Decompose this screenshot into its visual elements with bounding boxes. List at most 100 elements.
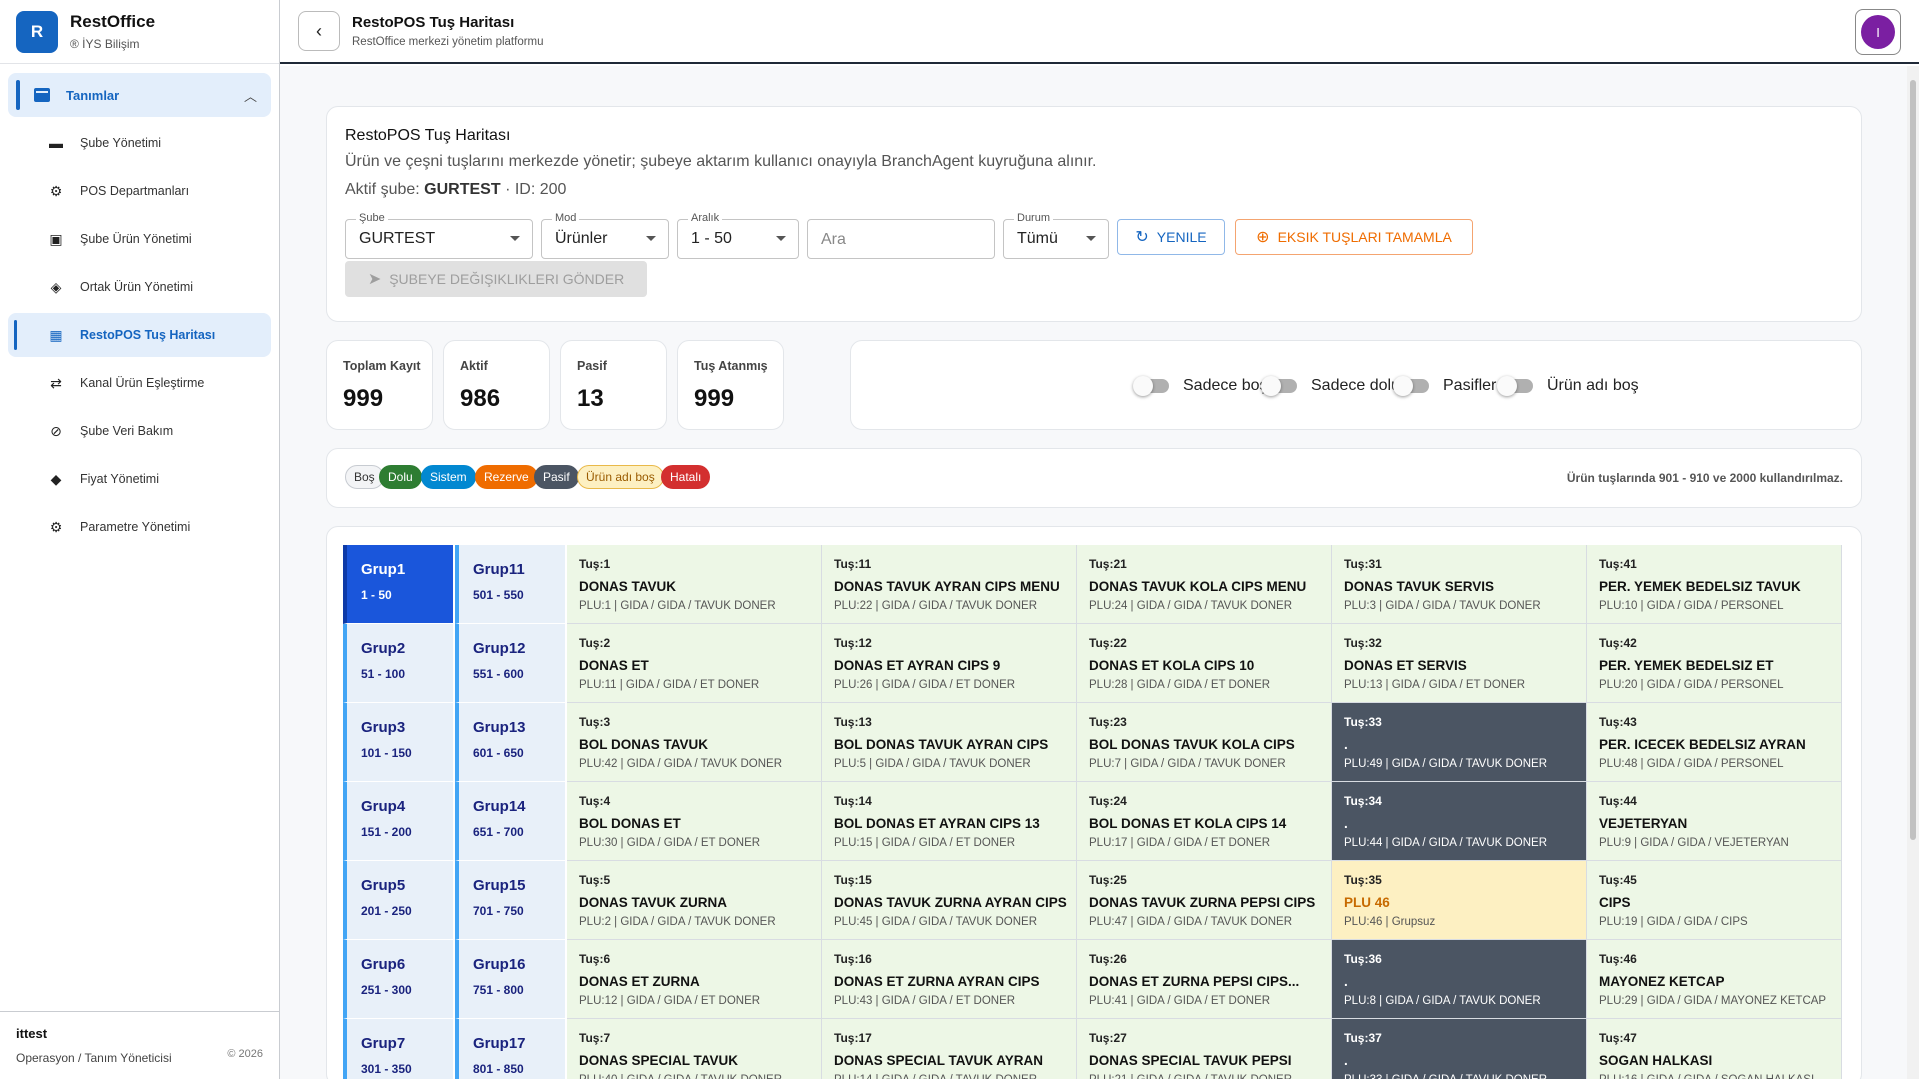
send-to-branch-button[interactable]: ➤ ŞUBEYE DEĞIŞIKLIKLERI GÖNDER	[345, 261, 647, 297]
scrollbar-thumb[interactable]	[1910, 80, 1916, 840]
key-cell[interactable]: Tuş:27 DONAS SPECIAL TAVUK PEPSI PLU:21 | …	[1077, 1019, 1332, 1079]
sidebar-item-2[interactable]: ⚙ POS Departmanları	[8, 169, 271, 213]
search-input[interactable]: Ara	[807, 219, 995, 259]
toggle-switch[interactable]	[1261, 376, 1297, 396]
group-button[interactable]: Grup14 651 - 700	[455, 782, 565, 861]
group-button[interactable]: Grup5 201 - 250	[343, 861, 453, 940]
sidebar-item-4[interactable]: ◈ Ortak Ürün Yönetimi	[8, 265, 271, 309]
key-cell[interactable]: Tuş:47 SOGAN HALKASI PLU:16 | GIDA / GIDA …	[1587, 1019, 1842, 1079]
sidebar-item-9[interactable]: ⚙ Parametre Yönetimi	[8, 505, 271, 549]
key-cell[interactable]: Tuş:42 PER. YEMEK BEDELSIZ ET PLU:20 | GID…	[1587, 624, 1842, 703]
sidebar-item-3[interactable]: ▣ Şube Ürün Yönetimi	[8, 217, 271, 261]
key-plu-info: PLU:15 | GIDA / GIDA / ET DONER	[834, 837, 1016, 849]
key-cell[interactable]: Tuş:24 BOL DONAS ET KOLA CIPS 14 PLU:17 | …	[1077, 782, 1332, 861]
group-button[interactable]: Grup3 101 - 150	[343, 703, 453, 782]
key-product-name: DONAS TAVUK ZURNA AYRAN CIPS	[834, 895, 1067, 910]
key-plu-info: PLU:12 | GIDA / GIDA / ET DONER	[579, 995, 761, 1007]
group-range: 201 - 250	[361, 904, 412, 918]
sidebar-item-1[interactable]: ▬ Şube Yönetimi	[8, 121, 271, 165]
range-select[interactable]: Aralık 1 - 50	[677, 212, 799, 259]
key-plu-info: PLU:14 | GIDA / GIDA / TAVUK DONER	[834, 1074, 1070, 1079]
key-plu-info: PLU:17 | GIDA / GIDA / ET DONER	[1089, 837, 1271, 849]
key-cell[interactable]: Tuş:36. PLU:8 | GIDA / GIDA / TAVUK DONER	[1332, 940, 1587, 1019]
group-button[interactable]: Grup13 601 - 650	[455, 703, 565, 782]
key-cell[interactable]: Tuş:11 DONAS TAVUK AYRAN CIPS MENU PLU:22 …	[822, 545, 1077, 624]
key-cell[interactable]: Tuş:13 BOL DONAS TAVUK AYRAN CIPS PLU:5 | …	[822, 703, 1077, 782]
key-cell[interactable]: Tuş:1 DONAS TAVUK PLU:1 | GIDA / GIDA / TA…	[567, 545, 822, 624]
key-cell[interactable]: Tuş:23 BOL DONAS TAVUK KOLA CIPS PLU:7 | G…	[1077, 703, 1332, 782]
key-cell[interactable]: Tuş:12 DONAS ET AYRAN CIPS 9 PLU:26 | GIDA…	[822, 624, 1077, 703]
key-cell[interactable]: Tuş:34. PLU:44 | GIDA / GIDA / TAVUK DONE…	[1332, 782, 1587, 861]
group-button[interactable]: Grup1 1 - 50	[343, 545, 453, 624]
toggle-switch[interactable]	[1497, 376, 1533, 396]
toggle-3[interactable]: Pasifler	[1393, 376, 1496, 396]
group-button[interactable]: Grup6 251 - 300	[343, 940, 453, 1019]
key-cell[interactable]: Tuş:22 DONAS ET KOLA CIPS 10 PLU:28 | GIDA…	[1077, 624, 1332, 703]
key-product-name: .	[1344, 816, 1348, 831]
caret-down-icon	[776, 236, 786, 241]
key-product-name: DONAS ET	[579, 658, 649, 673]
key-cell[interactable]: Tuş:41 PER. YEMEK BEDELSIZ TAVUK PLU:10 | …	[1587, 545, 1842, 624]
key-cell[interactable]: Tuş:14 BOL DONAS ET AYRAN CIPS 13 PLU:15 |…	[822, 782, 1077, 861]
complete-missing-keys-button[interactable]: ⊕ EKSIK TUŞLARI TAMAMLA	[1235, 219, 1473, 255]
sidebar-item-6[interactable]: ⇄ Kanal Ürün Eşleştirme	[8, 361, 271, 405]
toggle-switch[interactable]	[1133, 376, 1169, 396]
group-button[interactable]: Grup4 151 - 200	[343, 782, 453, 861]
key-cell[interactable]: Tuş:44 VEJETERYAN PLU:9 | GIDA / GIDA / VE…	[1587, 782, 1842, 861]
mode-select[interactable]: Mod Ürünler	[541, 212, 669, 259]
group-button[interactable]: Grup7 301 - 350	[343, 1019, 453, 1079]
key-cell[interactable]: Tuş:6 DONAS ET ZURNA PLU:12 | GIDA / GIDA …	[567, 940, 822, 1019]
group-button[interactable]: Grup11 501 - 550	[455, 545, 565, 624]
sidebar-item-7[interactable]: ⊘ Şube Veri Bakım	[8, 409, 271, 453]
key-cell[interactable]: Tuş:35 PLU 46 PLU:46 | Grupsuz	[1332, 861, 1587, 940]
key-cell[interactable]: Tuş:31 DONAS TAVUK SERVIS PLU:3 | GIDA / G…	[1332, 545, 1587, 624]
key-cell[interactable]: Tuş:21 DONAS TAVUK KOLA CIPS MENU PLU:24 |…	[1077, 545, 1332, 624]
key-number: Tuş:34	[1344, 794, 1382, 808]
key-cell[interactable]: Tuş:32 DONAS ET SERVIS PLU:13 | GIDA / GID…	[1332, 624, 1587, 703]
chevron-up-icon[interactable]: ︿	[244, 86, 257, 105]
key-cell[interactable]: Tuş:2 DONAS ET PLU:11 | GIDA / GIDA / ET D…	[567, 624, 822, 703]
nav-group-tanimlar[interactable]: Tanımlar ︿	[8, 73, 271, 117]
group-button[interactable]: Grup17 801 - 850	[455, 1019, 565, 1079]
key-product-name: BOL DONAS TAVUK KOLA CIPS	[1089, 737, 1295, 752]
back-button[interactable]: ‹	[298, 11, 340, 51]
scrollbar[interactable]	[1907, 66, 1919, 1079]
toggle-switch[interactable]	[1393, 376, 1429, 396]
group-button[interactable]: Grup16 751 - 800	[455, 940, 565, 1019]
key-cell[interactable]: Tuş:16 DONAS ET ZURNA AYRAN CIPS PLU:43 | …	[822, 940, 1077, 1019]
group-range: 1 - 50	[361, 588, 392, 602]
group-button[interactable]: Grup15 701 - 750	[455, 861, 565, 940]
key-cell[interactable]: Tuş:7 DONAS SPECIAL TAVUK PLU:40 | GIDA / …	[567, 1019, 822, 1079]
key-number: Tuş:22	[1089, 636, 1127, 650]
group-name: Grup6	[361, 956, 406, 973]
key-cell[interactable]: Tuş:37. PLU:33 | GIDA / GIDA / TAVUK DONE…	[1332, 1019, 1587, 1079]
sidebar-item-5[interactable]: ▦ RestoPOS Tuş Haritası	[8, 313, 271, 357]
key-cell[interactable]: Tuş:43 PER. ICECEK BEDELSIZ AYRAN PLU:48 |…	[1587, 703, 1842, 782]
key-cell[interactable]: Tuş:15 DONAS TAVUK ZURNA AYRAN CIPS PLU:45…	[822, 861, 1077, 940]
toggle-4[interactable]: Ürün adı boş	[1497, 376, 1639, 396]
key-plu-info: PLU:2 | GIDA / GIDA / TAVUK DONER	[579, 916, 776, 928]
key-number: Tuş:6	[579, 952, 611, 966]
top-header: ‹ RestoPOS Tuş Haritası RestOffice merke…	[280, 0, 1919, 64]
group-button[interactable]: Grup12 551 - 600	[455, 624, 565, 703]
key-cell[interactable]: Tuş:46 MAYONEZ KETCAP PLU:29 | GIDA / GIDA…	[1587, 940, 1842, 1019]
refresh-button[interactable]: ↻ YENILE	[1117, 219, 1225, 255]
key-cell[interactable]: Tuş:45 CIPS PLU:19 | GIDA / GIDA / CIPS	[1587, 861, 1842, 940]
key-cell[interactable]: Tuş:3 BOL DONAS TAVUK PLU:42 | GIDA / GIDA…	[567, 703, 822, 782]
key-cell[interactable]: Tuş:5 DONAS TAVUK ZURNA PLU:2 | GIDA / GID…	[567, 861, 822, 940]
sidebar-item-8[interactable]: ◆ Fiyat Yönetimi	[8, 457, 271, 501]
legend-note: Ürün tuşlarında 901 - 910 ve 2000 kullan…	[1566, 471, 1843, 485]
toggle-2[interactable]: Sadece dolu	[1261, 376, 1400, 396]
key-cell[interactable]: Tuş:25 DONAS TAVUK ZURNA PEPSI CIPS PLU:47…	[1077, 861, 1332, 940]
group-button[interactable]: Grup2 51 - 100	[343, 624, 453, 703]
account-button[interactable]: I	[1855, 9, 1901, 55]
toggle-1[interactable]: Sadece boş	[1133, 376, 1268, 396]
status-select[interactable]: Durum Tümü	[1003, 212, 1109, 259]
branch-select[interactable]: Şube GURTEST	[345, 212, 533, 259]
key-plu-info: PLU:29 | GIDA / GIDA / MAYONEZ KETCAP	[1599, 995, 1827, 1007]
key-cell[interactable]: Tuş:4 BOL DONAS ET PLU:30 | GIDA / GIDA / …	[567, 782, 822, 861]
key-cell[interactable]: Tuş:26 DONAS ET ZURNA PEPSI CIPS... PLU:41…	[1077, 940, 1332, 1019]
key-cell[interactable]: Tuş:33. PLU:49 | GIDA / GIDA / TAVUK DONE…	[1332, 703, 1587, 782]
key-cell[interactable]: Tuş:17 DONAS SPECIAL TAVUK AYRAN PLU:14 | …	[822, 1019, 1077, 1079]
toggle-label: Sadece dolu	[1311, 377, 1400, 394]
